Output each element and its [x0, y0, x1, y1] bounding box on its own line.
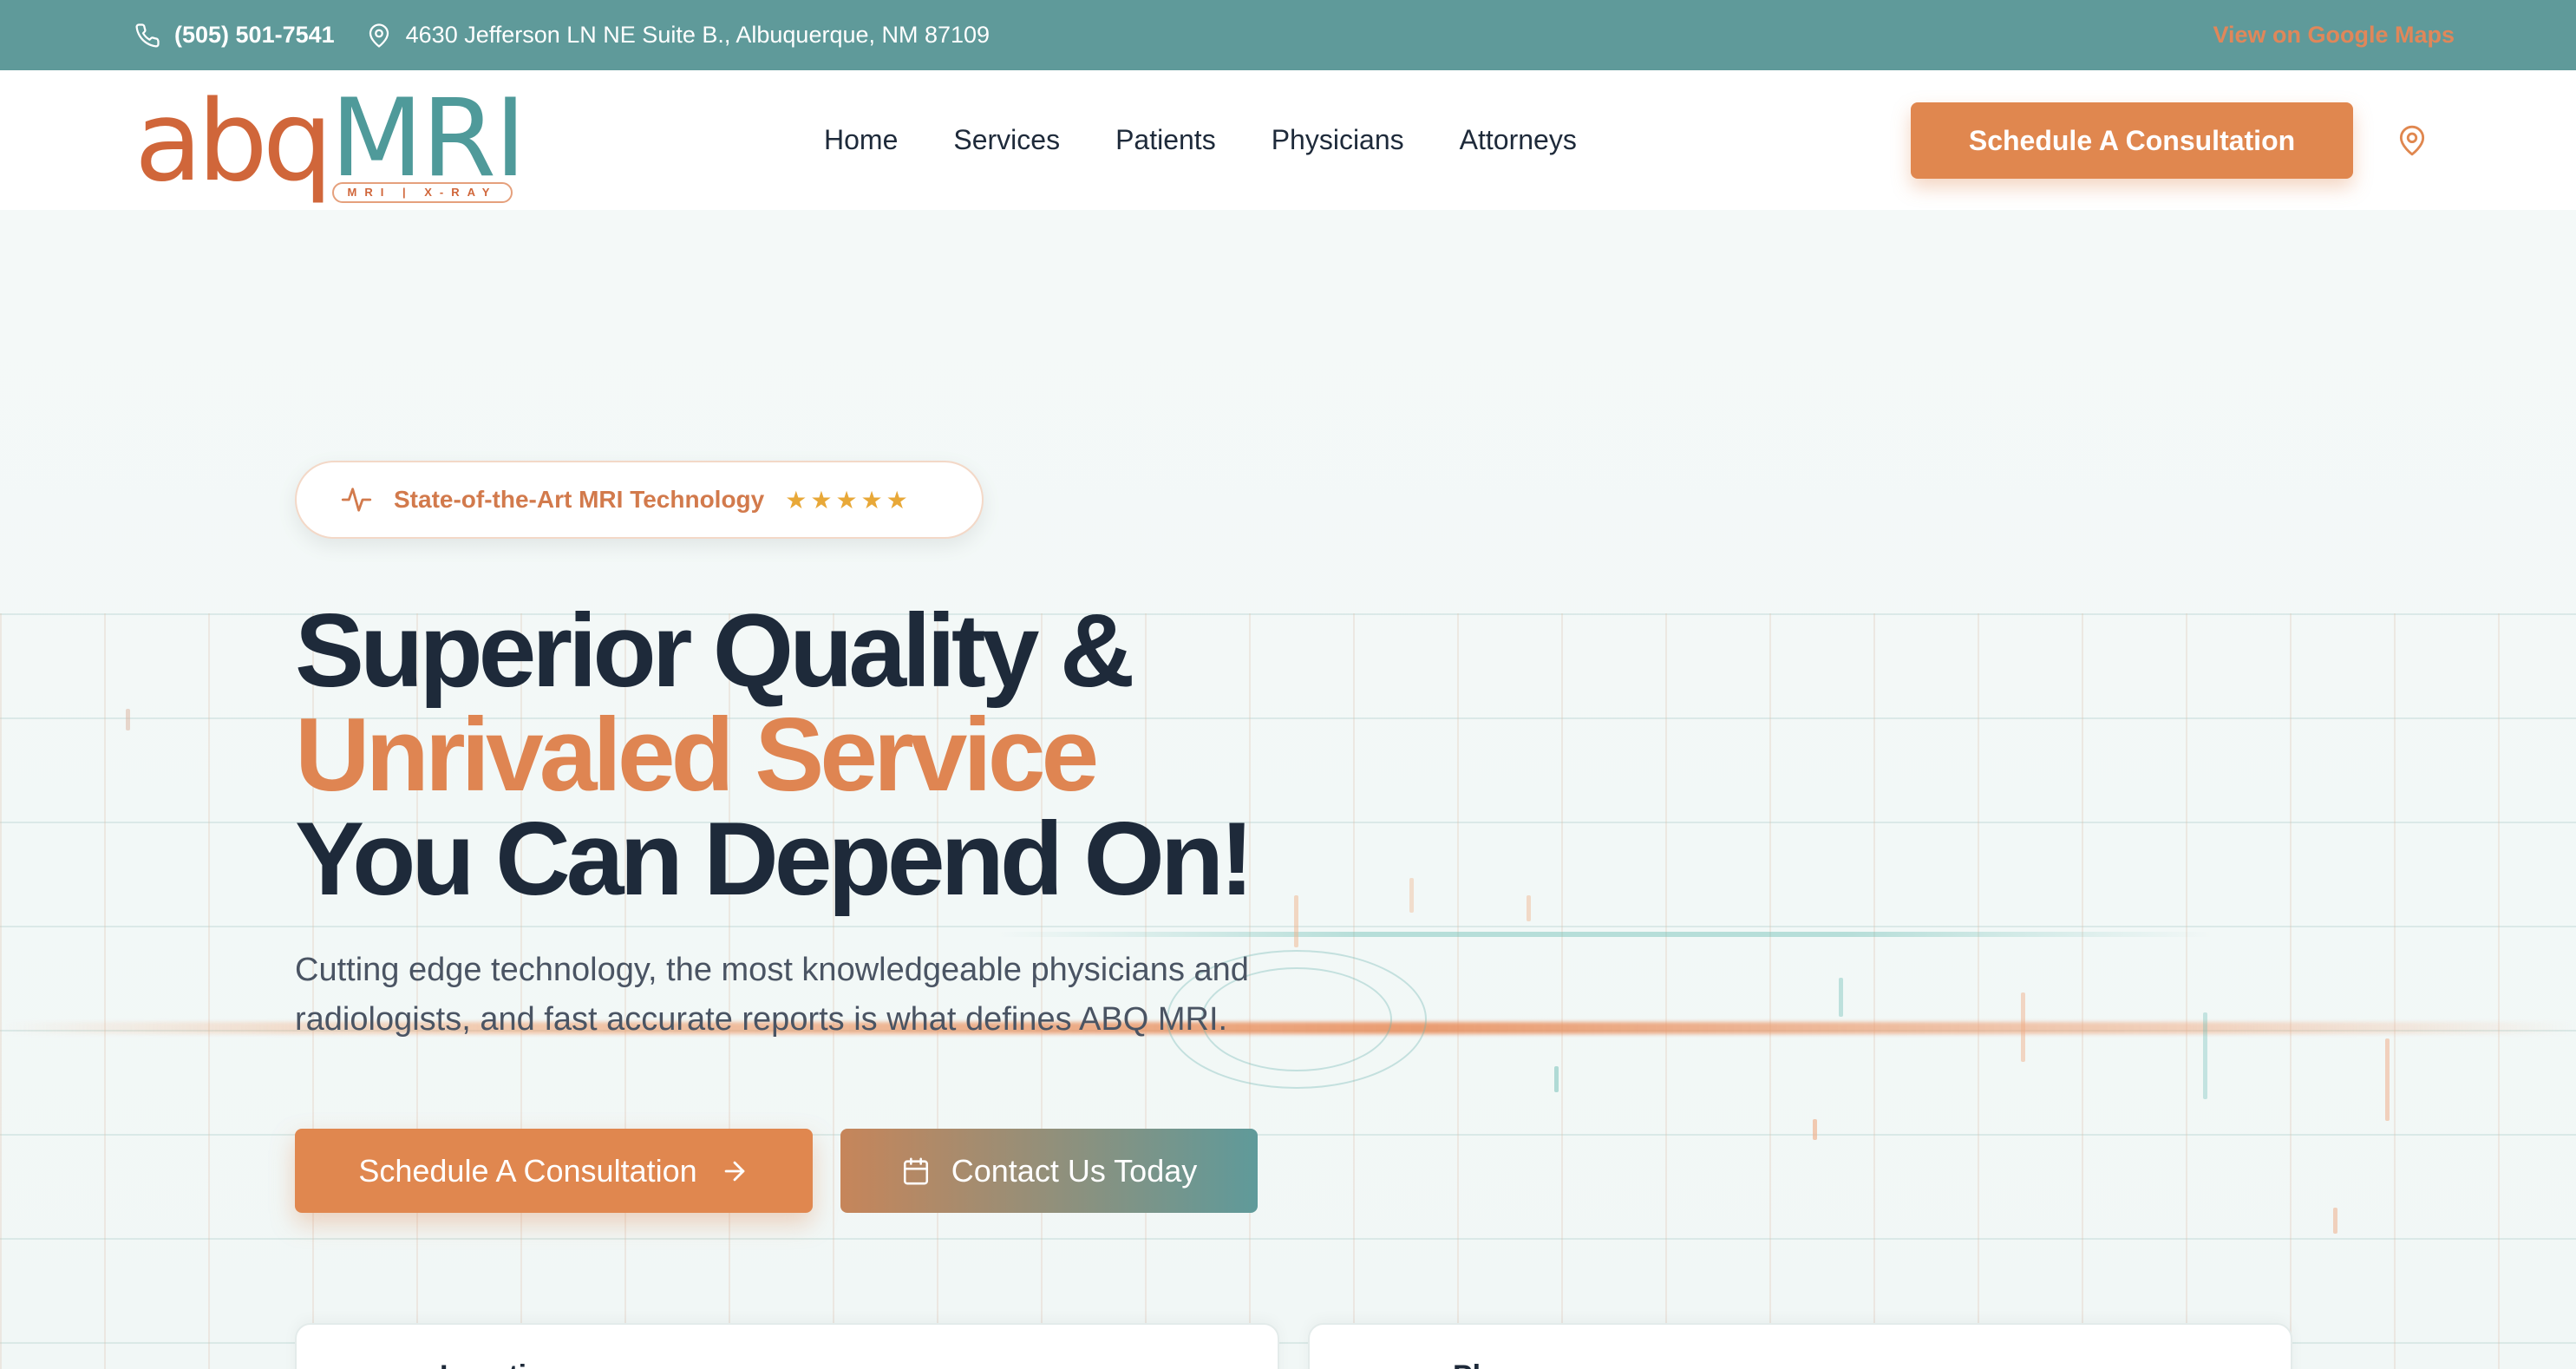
contact-us-button[interactable]: Contact Us Today	[840, 1129, 1258, 1213]
nav-services[interactable]: Services	[953, 124, 1060, 156]
hero-headline: Superior Quality & Unrivaled Service You…	[295, 593, 1254, 917]
location-pin-icon[interactable]	[2396, 122, 2429, 159]
hero-description: Cutting edge technology, the most knowle…	[295, 952, 1249, 1038]
phone-card[interactable]: Phone	[1308, 1323, 2292, 1369]
phone-card-title: Phone	[1453, 1359, 1543, 1369]
headline-line-3: You Can Depend On!	[295, 801, 1254, 917]
location-card[interactable]: Location	[295, 1323, 1279, 1369]
technology-badge: State-of-the-Art MRI Technology ★★★★★	[295, 461, 984, 539]
logo-abq-text: abq	[134, 76, 333, 206]
decor-tick	[126, 709, 130, 730]
address-info: 4630 Jefferson LN NE Suite B., Albuquerq…	[366, 22, 990, 49]
map-pin-icon	[369, 23, 389, 48]
contact-button-label: Contact Us Today	[951, 1152, 1198, 1189]
arrow-right-icon	[724, 1161, 744, 1181]
schedule-button-label: Schedule A Consultation	[358, 1152, 697, 1189]
main-navigation: Home Services Patients Physicians Attorn…	[824, 70, 1577, 210]
header-schedule-button[interactable]: Schedule A Consultation	[1911, 102, 2353, 179]
nav-patients[interactable]: Patients	[1115, 124, 1216, 156]
address-text: 4630 Jefferson LN NE Suite B., Albuquerq…	[405, 22, 991, 48]
badge-label: State-of-the-Art MRI Technology	[394, 486, 765, 513]
schedule-consultation-button[interactable]: Schedule A Consultation	[295, 1129, 813, 1213]
logo-mri-text: MRI	[330, 75, 526, 201]
google-maps-link[interactable]: View on Google Maps	[2213, 22, 2455, 49]
phone-icon	[135, 23, 160, 47]
hero-section: State-of-the-Art MRI Technology ★★★★★ Su…	[0, 210, 2576, 1369]
decor-tick	[1813, 1119, 1817, 1140]
decor-tick	[2385, 1038, 2390, 1121]
top-info-bar: (505) 501-7541 4630 Jefferson LN NE Suit…	[0, 0, 2576, 70]
rating-stars: ★★★★★	[785, 486, 912, 514]
location-card-title: Location	[440, 1359, 563, 1369]
abq-mri-logo[interactable]: abq MRI MRI | X-RAY	[134, 76, 526, 206]
phone-number[interactable]: (505) 501-7541	[174, 22, 335, 49]
decor-tick	[1554, 1066, 1559, 1092]
decor-tick	[2203, 1012, 2207, 1099]
decor-tick	[1409, 878, 1414, 913]
calendar-icon	[903, 1157, 928, 1184]
headline-line-1: Superior Quality &	[295, 593, 1135, 709]
site-header: abq MRI MRI | X-RAY Home Services Patien…	[0, 70, 2576, 210]
decor-tick	[2333, 1208, 2337, 1234]
decor-tick	[1294, 895, 1298, 947]
nav-physicians[interactable]: Physicians	[1272, 124, 1404, 156]
heartbeat-icon	[341, 488, 372, 512]
nav-attorneys[interactable]: Attorneys	[1460, 124, 1577, 156]
decor-tick	[1527, 895, 1531, 921]
phone-contact[interactable]: (505) 501-7541	[134, 22, 335, 49]
decor-tick	[2021, 992, 2025, 1062]
scan-accent-line	[997, 932, 2212, 937]
nav-home[interactable]: Home	[824, 124, 898, 156]
headline-line-2: Unrivaled Service	[295, 697, 1099, 813]
logo-tagline: MRI | X-RAY	[332, 181, 513, 203]
decor-tick	[1839, 978, 1843, 1017]
